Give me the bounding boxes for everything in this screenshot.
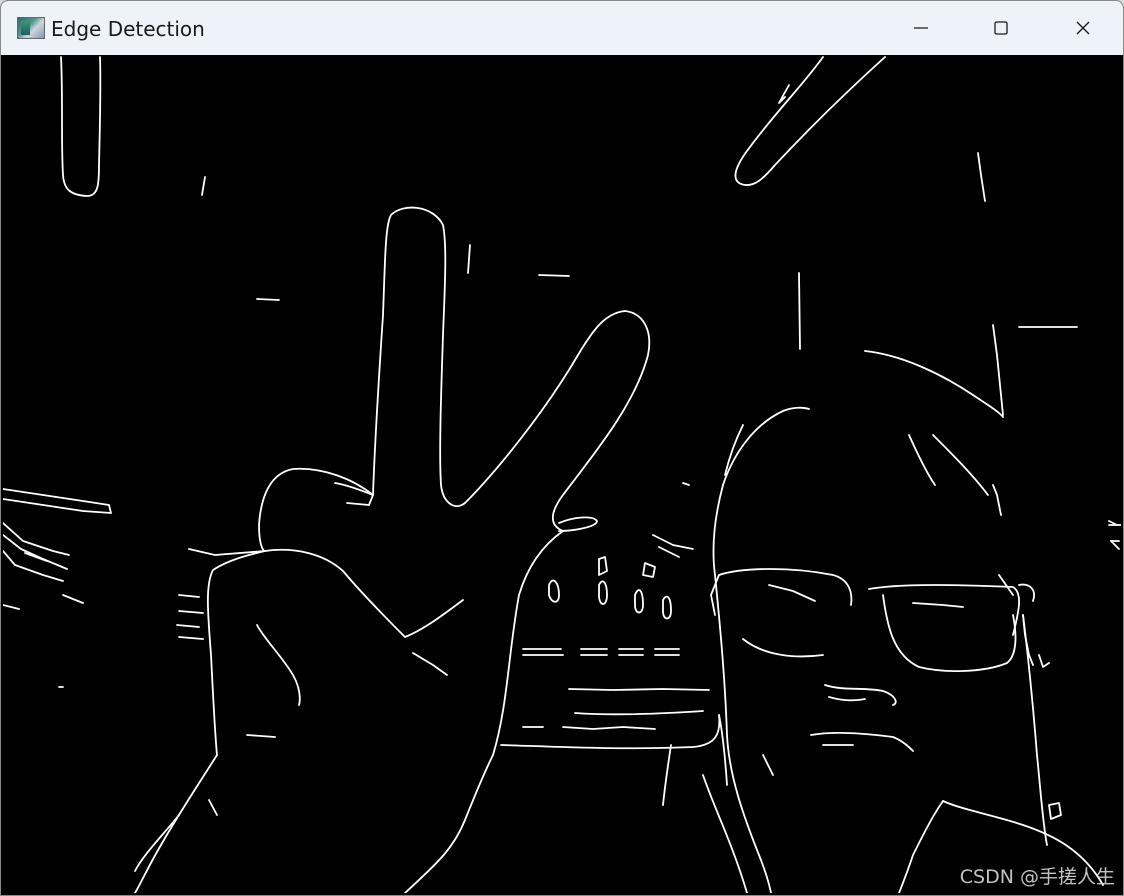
csdn-watermark: CSDN @手搓人生 bbox=[959, 866, 1115, 888]
maximize-icon bbox=[994, 21, 1008, 35]
edge-map-svg bbox=[3, 55, 1121, 893]
close-button[interactable] bbox=[1043, 1, 1123, 55]
minimize-button[interactable] bbox=[881, 1, 961, 55]
minimize-icon bbox=[914, 27, 928, 29]
title-bar[interactable]: Edge Detection bbox=[1, 1, 1123, 55]
edge-detection-window: Edge Detection CSDN @手搓人生 bbox=[0, 0, 1124, 896]
close-icon bbox=[1076, 21, 1090, 35]
image-background bbox=[3, 55, 1121, 893]
edge-detection-image: CSDN @手搓人生 bbox=[3, 55, 1121, 893]
maximize-button[interactable] bbox=[961, 1, 1041, 55]
app-icon bbox=[17, 17, 45, 39]
window-title: Edge Detection bbox=[51, 17, 205, 41]
